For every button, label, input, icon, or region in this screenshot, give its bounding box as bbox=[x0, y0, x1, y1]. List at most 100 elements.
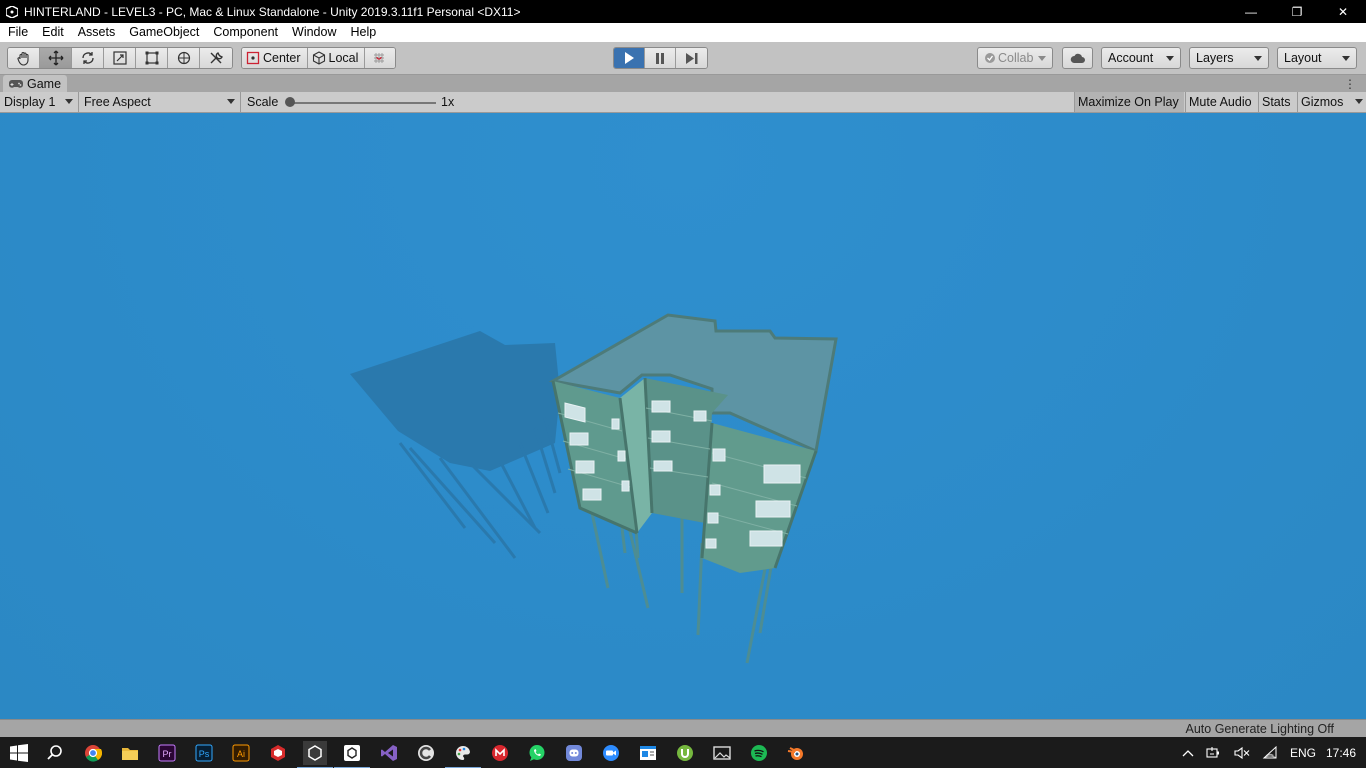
window-title: HINTERLAND - LEVEL3 - PC, Mac & Linux St… bbox=[24, 4, 521, 19]
tools-wrench-icon bbox=[210, 52, 223, 64]
rotate-icon bbox=[81, 52, 94, 64]
hand-tool-button[interactable] bbox=[8, 48, 40, 68]
clock[interactable]: 17:46 bbox=[1326, 746, 1356, 760]
ccleaner-icon[interactable] bbox=[414, 741, 438, 765]
menu-help[interactable]: Help bbox=[343, 23, 383, 42]
menu-component[interactable]: Component bbox=[206, 23, 285, 42]
visual-studio-icon[interactable] bbox=[377, 741, 401, 765]
move-tool-button[interactable] bbox=[40, 48, 72, 68]
unity-hub-icon[interactable] bbox=[334, 741, 370, 768]
status-bar: Auto Generate Lighting Off bbox=[0, 719, 1366, 737]
lighting-status[interactable]: Auto Generate Lighting Off bbox=[1186, 722, 1334, 736]
layout-label: Layout bbox=[1284, 51, 1322, 65]
premiere-icon[interactable]: Pr bbox=[155, 741, 179, 765]
cloud-icon bbox=[1070, 53, 1085, 63]
tab-game[interactable]: Game bbox=[3, 75, 68, 93]
scale-icon bbox=[112, 51, 127, 65]
input-language[interactable]: ENG bbox=[1290, 746, 1316, 760]
photos-icon[interactable] bbox=[710, 741, 734, 765]
whatsapp-icon[interactable] bbox=[525, 741, 549, 765]
sketchup-icon[interactable] bbox=[266, 741, 290, 765]
blender-icon[interactable] bbox=[784, 741, 808, 765]
chrome-icon[interactable] bbox=[81, 741, 105, 765]
discord-icon[interactable] bbox=[562, 741, 586, 765]
layers-label: Layers bbox=[1196, 51, 1234, 65]
unity-icon[interactable] bbox=[297, 741, 333, 768]
mute-audio-toggle[interactable]: Mute Audio bbox=[1185, 92, 1257, 112]
custom-editor-tool-button[interactable] bbox=[200, 48, 232, 68]
chevron-down-icon bbox=[227, 99, 235, 104]
snap-grid-icon bbox=[374, 53, 385, 63]
cloud-services-button[interactable] bbox=[1062, 47, 1093, 69]
chevron-up-icon[interactable] bbox=[1182, 749, 1194, 757]
unity-logo-icon bbox=[5, 5, 19, 19]
menu-assets[interactable]: Assets bbox=[71, 23, 123, 42]
gizmos-dropdown[interactable]: Gizmos bbox=[1297, 92, 1366, 112]
pivot-mode-toggle[interactable]: Center bbox=[242, 48, 308, 68]
building-shadow bbox=[350, 331, 562, 559]
transform-tools bbox=[7, 47, 233, 69]
start-icon[interactable] bbox=[7, 741, 31, 765]
layout-dropdown[interactable]: Layout bbox=[1277, 47, 1357, 69]
menu-window[interactable]: Window bbox=[285, 23, 343, 42]
chevron-down-icon bbox=[1342, 56, 1350, 61]
scale-slider-track[interactable] bbox=[290, 102, 436, 104]
photoshop-icon[interactable]: Ps bbox=[192, 741, 216, 765]
minimize-button[interactable]: — bbox=[1228, 0, 1274, 23]
more-options-icon[interactable]: ⋮ bbox=[1344, 77, 1356, 91]
menu-edit[interactable]: Edit bbox=[35, 23, 71, 42]
spotify-icon[interactable] bbox=[747, 741, 771, 765]
game-view-controls: Display 1 Free Aspect Scale 1x Maximize … bbox=[0, 92, 1366, 113]
collab-dropdown[interactable]: Collab bbox=[977, 47, 1053, 69]
scale-tool-button[interactable] bbox=[104, 48, 136, 68]
paint-icon[interactable] bbox=[445, 741, 481, 768]
pivot-rotation-label: Local bbox=[328, 51, 359, 65]
wifi-icon[interactable] bbox=[1262, 745, 1278, 760]
step-icon bbox=[685, 52, 697, 64]
game-viewport[interactable] bbox=[0, 113, 1366, 719]
layers-dropdown[interactable]: Layers bbox=[1189, 47, 1269, 69]
account-dropdown[interactable]: Account bbox=[1101, 47, 1181, 69]
chevron-down-icon bbox=[1038, 56, 1046, 61]
mega-icon[interactable] bbox=[488, 741, 512, 765]
step-button[interactable] bbox=[676, 48, 707, 68]
scale-value: 1x bbox=[441, 95, 455, 109]
play-button[interactable] bbox=[614, 48, 645, 68]
search-icon[interactable] bbox=[43, 741, 67, 765]
close-button[interactable]: ✕ bbox=[1320, 0, 1366, 23]
chevron-down-icon bbox=[1166, 56, 1174, 61]
collab-label: Collab bbox=[998, 51, 1034, 65]
rect-tool-button[interactable] bbox=[136, 48, 168, 68]
maximize-on-play-toggle[interactable]: Maximize On Play bbox=[1074, 92, 1184, 112]
pivot-rotation-toggle[interactable]: Local bbox=[307, 48, 366, 68]
rotate-tool-button[interactable] bbox=[72, 48, 104, 68]
transform-gizmo-icon bbox=[177, 51, 190, 65]
menu-bar: File Edit Assets GameObject Component Wi… bbox=[0, 23, 1366, 42]
chevron-down-icon bbox=[1254, 56, 1262, 61]
pause-button[interactable] bbox=[645, 48, 676, 68]
collab-check-icon bbox=[985, 53, 995, 63]
maximize-button[interactable]: ❐ bbox=[1274, 0, 1320, 23]
volume-muted-icon[interactable] bbox=[1234, 746, 1250, 760]
pivot-toggles: Center Local bbox=[241, 47, 397, 69]
window-titlebar: HINTERLAND - LEVEL3 - PC, Mac & Linux St… bbox=[0, 0, 1366, 23]
menu-file[interactable]: File bbox=[0, 23, 35, 42]
pause-icon bbox=[656, 52, 664, 64]
os-taskbar: Pr Ps Ai ENG 17:46 bbox=[0, 737, 1366, 768]
illustrator-icon[interactable]: Ai bbox=[229, 741, 253, 765]
battery-plug-icon[interactable] bbox=[1206, 746, 1222, 760]
transform-tool-button[interactable] bbox=[168, 48, 200, 68]
news-icon[interactable] bbox=[636, 741, 660, 765]
scale-slider-handle[interactable] bbox=[285, 97, 295, 107]
menu-gameobject[interactable]: GameObject bbox=[122, 23, 206, 42]
display-dropdown[interactable]: Display 1 bbox=[0, 92, 79, 112]
aspect-dropdown[interactable]: Free Aspect bbox=[80, 92, 241, 112]
gizmos-label: Gizmos bbox=[1301, 95, 1344, 109]
game-tab-label: Game bbox=[27, 77, 62, 91]
playmode-controls bbox=[613, 47, 708, 69]
utorrent-icon[interactable] bbox=[673, 741, 697, 765]
zoom-icon[interactable] bbox=[599, 741, 623, 765]
grid-snap-toggle[interactable] bbox=[365, 48, 396, 68]
file-explorer-icon[interactable] bbox=[118, 741, 142, 765]
stats-toggle[interactable]: Stats bbox=[1258, 92, 1297, 112]
